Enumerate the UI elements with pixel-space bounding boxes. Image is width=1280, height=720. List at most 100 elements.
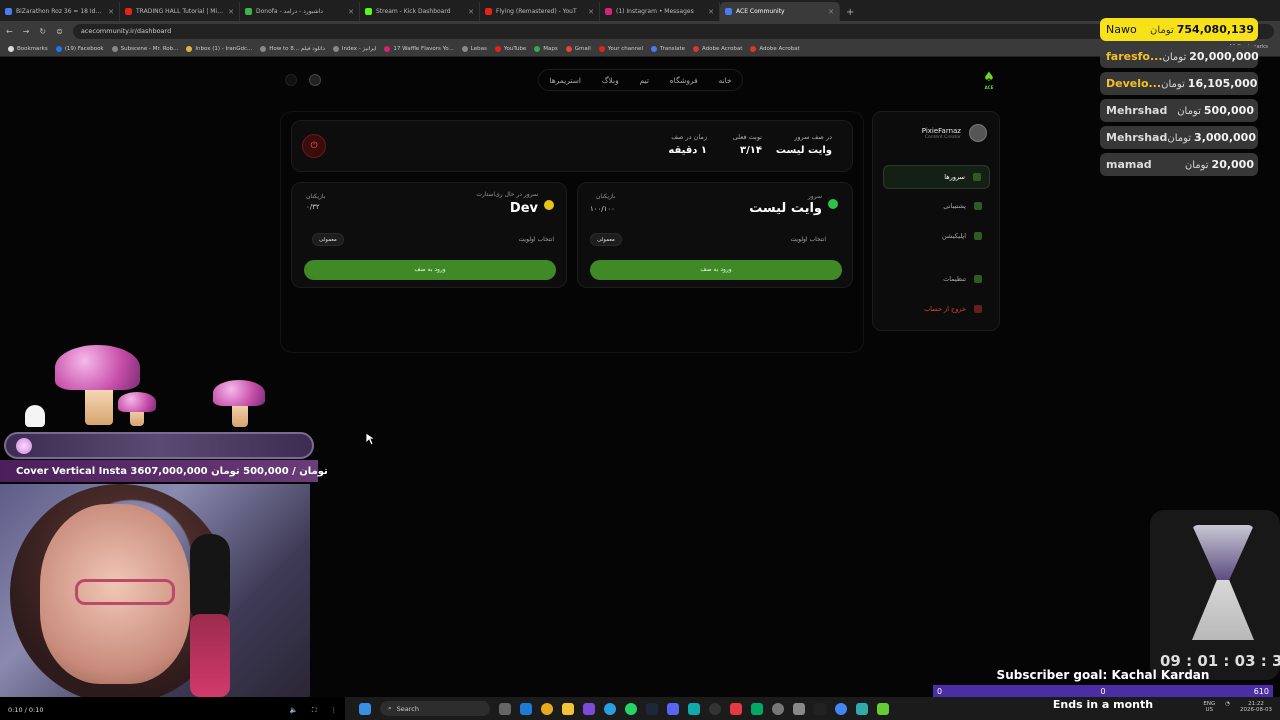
sidebar-item-servers[interactable]: سرورها xyxy=(883,165,990,189)
bookmark-item[interactable]: Translate xyxy=(651,45,685,52)
bookmark-item[interactable]: Adobe Acrobat xyxy=(750,45,800,52)
sidebar: PixieFarnaz Content Creator سرورها پشتیب… xyxy=(872,111,1000,331)
bookmark-item[interactable]: Lebas xyxy=(461,45,487,52)
user-avatar-icon[interactable] xyxy=(309,74,321,86)
app-icon[interactable] xyxy=(688,702,700,715)
bookmark-item[interactable]: Adobe Acrobat xyxy=(693,45,742,52)
youtube-icon xyxy=(494,45,501,52)
site-info-icon[interactable]: ⊜ xyxy=(56,27,63,36)
reload-icon[interactable]: ↻ xyxy=(39,27,46,36)
priority-select[interactable]: معمولی xyxy=(312,233,344,246)
browser-tab[interactable]: TRADING HALL Tutorial | Mine ✕ xyxy=(120,2,240,21)
browser-tab[interactable]: Donofa - داشبورد - درآمد ✕ xyxy=(240,2,360,21)
join-queue-button[interactable]: ورود به صف xyxy=(304,260,556,280)
subscriber-goal: Subscriber goal: Kachal Kardan 0 0 610 E… xyxy=(933,668,1273,711)
subscriber-goal-ends: Ends in a month xyxy=(1052,698,1154,711)
exit-queue-button[interactable]: ⏻ xyxy=(302,134,326,158)
profile: PixieFarnaz Content Creator xyxy=(922,124,987,142)
priority-select[interactable]: معمولی xyxy=(590,233,622,246)
fullscreen-icon[interactable]: ⛶ xyxy=(312,706,317,715)
browser-tab-bar: BiZarathon Roz 36 = 18 Idonat ✕ TRADING H… xyxy=(0,0,1280,21)
more-icon[interactable]: ⋮ xyxy=(331,706,338,715)
steam-icon[interactable] xyxy=(646,702,658,715)
app-icon[interactable] xyxy=(814,702,826,715)
globe-icon xyxy=(461,45,468,52)
donation-goal-widget: Cover Vertical Insta 360 7,000,000 تومان… xyxy=(0,340,328,485)
url-input[interactable]: acecommunity.ir/dashboard xyxy=(72,23,1274,39)
telegram-icon[interactable] xyxy=(604,702,616,715)
bookmark-item[interactable]: How to 8... دانلود فیلم xyxy=(260,45,325,52)
exit-icon: ⏻ xyxy=(310,141,318,151)
nav-shop[interactable]: فروشگاه xyxy=(670,76,698,85)
obs-icon[interactable] xyxy=(709,702,721,715)
site-logo[interactable]: ♠ ACE xyxy=(980,71,998,91)
app-icon[interactable] xyxy=(583,702,595,715)
browser-tab-active[interactable]: ACE Community ✕ xyxy=(720,2,840,21)
youtube-icon xyxy=(598,45,605,52)
bookmark-item[interactable]: Maps xyxy=(534,45,558,52)
back-icon[interactable]: ← xyxy=(6,27,13,36)
bookmark-item[interactable]: Subscene - Mr. Rob... xyxy=(111,45,178,52)
nav-streamers[interactable]: استریمرها xyxy=(549,76,581,85)
close-tab-icon[interactable]: ✕ xyxy=(588,8,594,16)
settings-icon[interactable] xyxy=(772,702,784,715)
player-count: ۰/۳۲ xyxy=(306,203,320,211)
sidebar-item-application[interactable]: اپلیکیشن xyxy=(883,224,990,248)
taskbar-search[interactable]: ⌕ Search xyxy=(380,701,490,716)
bookmark-item[interactable]: (19) Facebook xyxy=(55,45,104,52)
bookmark-item[interactable]: Your channel xyxy=(598,45,643,52)
browser-tab[interactable]: Flying (Remastered) - YouT ✕ xyxy=(480,2,600,21)
bookmark-item[interactable]: Index - ایرانیز xyxy=(332,45,376,52)
app-icon[interactable] xyxy=(751,702,763,715)
browser-tab[interactable]: (1) Instagram • Messages ✕ xyxy=(600,2,720,21)
whatsapp-icon[interactable] xyxy=(625,702,637,715)
bookmark-item[interactable]: YouTube xyxy=(494,45,526,52)
chrome-icon[interactable] xyxy=(835,702,847,715)
tab-favicon-icon xyxy=(125,8,132,15)
close-tab-icon[interactable]: ✕ xyxy=(108,8,114,16)
close-tab-icon[interactable]: ✕ xyxy=(228,8,234,16)
theme-toggle-icon[interactable] xyxy=(285,74,297,86)
sidebar-item-settings[interactable]: تنظیمات xyxy=(883,267,990,291)
instagram-icon xyxy=(384,45,391,52)
app-icon[interactable] xyxy=(856,702,868,715)
streamer-pink-hair xyxy=(190,614,230,697)
acrobat-icon xyxy=(750,45,757,52)
bookmark-item[interactable]: Inbox (1) - IranGdc... xyxy=(186,45,252,52)
volume-icon[interactable]: 🔈 xyxy=(290,706,298,715)
app-icon[interactable] xyxy=(877,702,889,715)
gmail-icon xyxy=(565,45,572,52)
bookmark-item[interactable]: Bookmarks xyxy=(8,45,48,52)
discord-icon[interactable] xyxy=(667,702,679,715)
task-view-icon[interactable] xyxy=(499,702,511,715)
widgets-icon[interactable] xyxy=(520,702,532,715)
browser-tab[interactable]: BiZarathon Roz 36 = 18 Idonat ✕ xyxy=(0,2,120,21)
bookmark-item[interactable]: Gmail xyxy=(565,45,591,52)
tab-favicon-icon xyxy=(5,8,12,15)
bookmarks-bar: Bookmarks (19) Facebook Subscene - Mr. R… xyxy=(0,41,1280,57)
close-tab-icon[interactable]: ✕ xyxy=(828,8,834,16)
app-icon[interactable] xyxy=(793,702,805,715)
nav-home[interactable]: خانه xyxy=(719,76,732,85)
join-queue-button[interactable]: ورود به صف xyxy=(590,260,842,280)
nav-team[interactable]: تیم xyxy=(640,76,649,85)
new-tab-button[interactable]: + xyxy=(840,7,860,21)
chrome-icon[interactable] xyxy=(541,702,553,715)
sidebar-item-logout[interactable]: خروج از حساب xyxy=(883,297,990,321)
donation-row: Mehrshad تومان 3,000,000 xyxy=(1100,126,1258,149)
folder-icon xyxy=(186,45,193,52)
file-explorer-icon[interactable] xyxy=(562,702,574,715)
subscriber-goal-bar: 0 0 610 xyxy=(933,685,1273,697)
avatar[interactable] xyxy=(969,124,987,142)
close-tab-icon[interactable]: ✕ xyxy=(708,8,714,16)
browser-tab[interactable]: Stream - Kick Dashboard ✕ xyxy=(360,2,480,21)
close-tab-icon[interactable]: ✕ xyxy=(468,8,474,16)
windows-start-icon[interactable] xyxy=(359,702,371,715)
sidebar-item-support[interactable]: پشتیبانی xyxy=(883,194,990,218)
app-icon[interactable] xyxy=(730,702,742,715)
nav-blog[interactable]: وبلاگ xyxy=(602,76,619,85)
bookmark-item[interactable]: 17 Waffle Flavors Yo... xyxy=(384,45,454,52)
goal-progress-fill xyxy=(16,438,32,454)
close-tab-icon[interactable]: ✕ xyxy=(348,8,354,16)
forward-icon[interactable]: → xyxy=(23,27,30,36)
